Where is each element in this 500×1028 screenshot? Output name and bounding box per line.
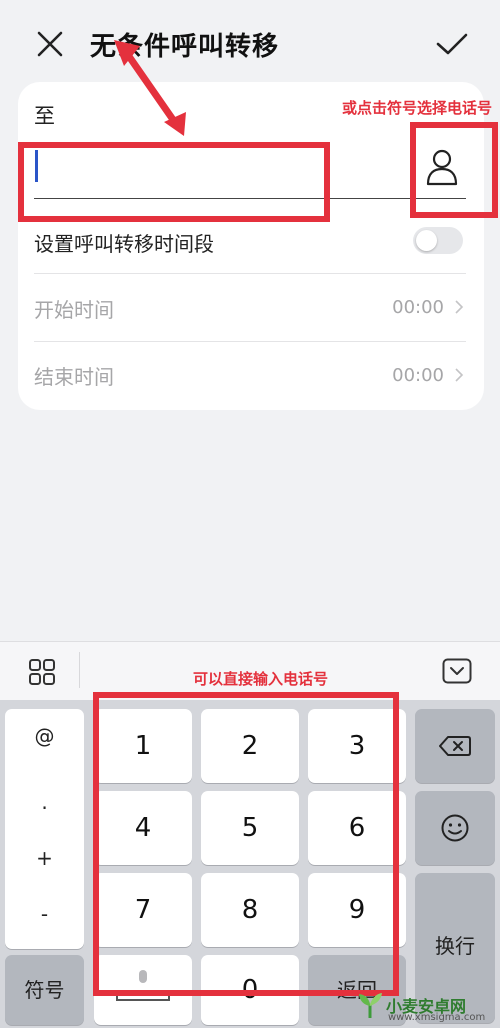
watermark-logo — [359, 993, 382, 1018]
key-at[interactable]: @ — [5, 724, 84, 748]
start-time-value: 00:00 — [392, 297, 444, 318]
divider — [34, 341, 466, 342]
contact-highlight-box — [410, 122, 498, 218]
backspace-icon — [439, 736, 471, 756]
grid-icon[interactable] — [28, 658, 56, 686]
enter-key-label: 换行 — [435, 934, 475, 958]
toggle-knob — [416, 230, 437, 251]
keyboard-hint-annotation: 可以直接输入电话号 — [193, 670, 329, 688]
keypad-highlight-box — [93, 692, 399, 996]
symbols-key-label: 符号 — [24, 978, 65, 1002]
end-time-value: 00:00 — [392, 365, 444, 386]
emoji-key[interactable] — [415, 791, 495, 865]
to-label: 至 — [34, 104, 55, 128]
annotation-arrow — [114, 40, 186, 136]
backspace-key[interactable] — [415, 709, 495, 783]
close-icon[interactable] — [30, 24, 70, 64]
symbols-key[interactable]: 符号 — [5, 955, 84, 1025]
start-time-label: 开始时间 — [34, 298, 114, 322]
toolbar-divider — [79, 652, 80, 688]
chevron-right-icon — [455, 368, 464, 382]
schedule-toggle[interactable] — [413, 227, 463, 254]
emoji-icon — [441, 814, 469, 842]
key-dot[interactable]: . — [5, 790, 84, 814]
chevron-right-icon — [455, 300, 464, 314]
watermark-url: www.xmsigma.com — [388, 1012, 486, 1023]
key-minus[interactable]: - — [5, 902, 84, 926]
divider — [34, 273, 466, 274]
end-time-label: 结束时间 — [34, 365, 114, 389]
check-icon[interactable] — [432, 26, 472, 62]
key-plus[interactable]: + — [5, 846, 84, 870]
contact-hint-annotation: 或点击符号选择电话号 — [342, 99, 493, 117]
schedule-label: 设置呼叫转移时间段 — [34, 232, 214, 256]
input-highlight-box — [18, 142, 330, 222]
hide-keyboard-icon[interactable] — [442, 658, 472, 684]
